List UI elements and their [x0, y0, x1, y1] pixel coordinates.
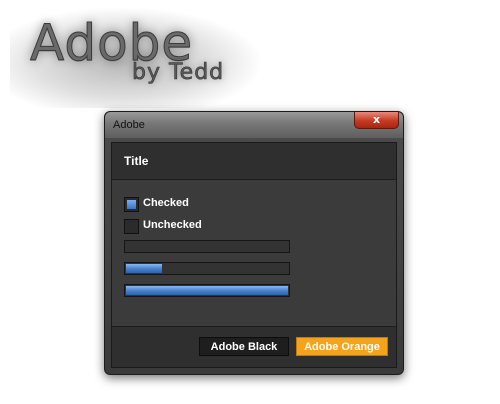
adobe-orange-button[interactable]: Adobe Orange	[296, 337, 388, 356]
progress-fill	[126, 286, 288, 295]
adobe-window: Adobe x Title Checked Unchecked Adobe Bl…	[104, 111, 404, 375]
window-title: Adobe	[113, 119, 145, 131]
checkbox-box-unchecked[interactable]	[124, 219, 139, 234]
close-button[interactable]: x	[354, 112, 399, 129]
checkbox-unchecked[interactable]: Unchecked	[124, 219, 264, 234]
panel-header: Title	[112, 143, 396, 180]
progress-fill	[126, 264, 162, 273]
progress-bar-full	[124, 284, 290, 297]
checkbox-checked[interactable]: Checked	[124, 197, 264, 212]
close-icon: x	[372, 113, 381, 126]
checkbox-label: Checked	[143, 197, 189, 209]
logo-subtitle: by Tedd	[132, 60, 225, 86]
progress-bar-partial	[124, 262, 290, 275]
window-titlebar[interactable]: Adobe x	[105, 112, 403, 138]
progress-bar-empty	[124, 240, 290, 253]
checkbox-box-checked[interactable]	[124, 197, 139, 212]
panel-title: Title	[124, 154, 149, 168]
window-client-area: Title Checked Unchecked Adobe Black Adob…	[111, 142, 397, 368]
adobe-black-button[interactable]: Adobe Black	[199, 337, 289, 356]
panel-footer: Adobe Black Adobe Orange	[112, 326, 396, 367]
checkbox-label: Unchecked	[143, 219, 202, 231]
